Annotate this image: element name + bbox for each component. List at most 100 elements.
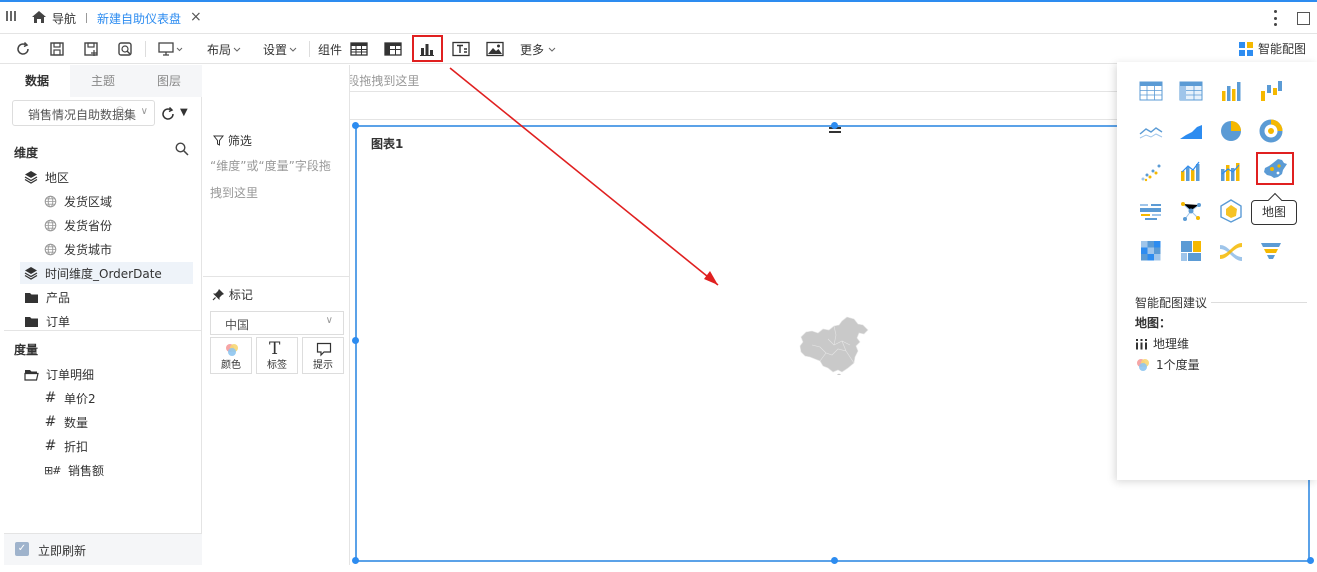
treemap-icon[interactable]: [1177, 237, 1205, 265]
tree-item[interactable]: 发货省份: [44, 214, 112, 236]
tree-item[interactable]: 发货区域: [44, 190, 112, 212]
map-chart-highlight: [1256, 152, 1294, 185]
hash-icon: #: [44, 390, 57, 406]
tree-item[interactable]: # 数量: [44, 411, 88, 433]
tree-item-label: 发货省份: [64, 218, 113, 233]
pie-chart-icon[interactable]: [1217, 117, 1245, 145]
filter-drop-zone[interactable]: 筛选 “维度”或“度量”字段拖拽到这里: [203, 122, 350, 277]
layout-menu[interactable]: 布局: [207, 41, 231, 58]
req-dim-label: 地理维: [1153, 337, 1190, 351]
tree-item-label: 单价2: [64, 391, 96, 406]
crosstab-icon[interactable]: [383, 39, 403, 59]
calc-hash-icon: ⊞#: [44, 463, 61, 477]
tree-item-label: 订单明细: [46, 367, 95, 382]
more-menu[interactable]: 更多: [520, 41, 544, 58]
text-box-icon[interactable]: [451, 39, 471, 59]
components-label: 组件: [318, 43, 343, 57]
radar-chart-icon[interactable]: [1217, 197, 1245, 225]
resize-handle[interactable]: [831, 557, 838, 564]
scatter-chart-icon[interactable]: [1137, 157, 1165, 185]
tree-item[interactable]: # 单价2: [44, 387, 96, 409]
refresh-icon[interactable]: [13, 39, 33, 59]
dataset-select[interactable]: 销售情况自助数据集 🔍︎ ∨: [12, 100, 155, 126]
resize-handle[interactable]: [352, 557, 359, 564]
globe-icon: [44, 195, 57, 208]
tab-dashboard[interactable]: 新建自助仪表盘: [97, 10, 181, 27]
tree-item[interactable]: 时间维度_OrderDate: [20, 262, 193, 284]
caret-down-icon[interactable]: ▼: [180, 107, 188, 118]
tree-item-label: 产品: [46, 290, 71, 305]
req-measure-label: 1个度量: [1156, 358, 1200, 372]
suggest-requirement-measure: 1个度量: [1135, 356, 1200, 373]
home-icon[interactable]: [30, 8, 48, 26]
globe-icon: [44, 243, 57, 256]
panel-tabs: 数据 主题 图层: [4, 65, 202, 97]
sankey-chart-icon[interactable]: [1217, 237, 1245, 265]
globe-icon: [44, 219, 57, 232]
word-cloud-icon[interactable]: [1137, 197, 1165, 225]
color-circles-icon: [1137, 358, 1149, 371]
chevron-down-icon: ∨: [140, 106, 148, 117]
preview-icon[interactable]: [115, 39, 135, 59]
tree-item[interactable]: 发货城市: [44, 238, 112, 260]
toolbar: 布局 设置 组件 更多 智能配图: [0, 35, 1317, 64]
tree-item[interactable]: ⊞# 销售额: [44, 459, 104, 481]
close-tab-icon[interactable]: ×: [190, 9, 202, 25]
settings-menu[interactable]: 设置: [263, 41, 287, 58]
map-tooltip: 地图: [1251, 200, 1297, 225]
tooltip-mark-button[interactable]: 提示: [302, 337, 344, 374]
suggest-chart-name: 地图：: [1135, 316, 1172, 330]
tab-layers[interactable]: 图层: [136, 65, 202, 97]
marks-label: 标记: [228, 288, 253, 302]
donut-chart-icon[interactable]: [1257, 117, 1285, 145]
table-chart-icon[interactable]: [1137, 77, 1165, 105]
tree-item[interactable]: # 折扣: [44, 435, 88, 457]
search-icon[interactable]: [175, 142, 189, 156]
funnel-chart-icon[interactable]: [1257, 237, 1285, 265]
nav-tab[interactable]: 导航: [52, 10, 76, 27]
label-mark-button[interactable]: T 标签: [256, 337, 298, 374]
monitor-icon[interactable]: [158, 39, 186, 59]
crosstab-chart-icon[interactable]: [1177, 77, 1205, 105]
more-vertical-icon[interactable]: [1273, 10, 1277, 26]
line-chart-icon[interactable]: [1137, 117, 1165, 145]
resize-handle[interactable]: [1307, 557, 1314, 564]
speech-bubble-icon: [316, 342, 332, 357]
resize-handle[interactable]: [352, 337, 359, 344]
toolbar-divider: [145, 41, 146, 57]
refresh-dataset-icon[interactable]: [160, 106, 176, 122]
section-divider: [4, 330, 202, 331]
combo-chart-icon[interactable]: [1177, 157, 1205, 185]
tree-item[interactable]: 产品: [24, 286, 70, 308]
china-map-icon: [799, 316, 869, 375]
tree-item[interactable]: 订单明细: [24, 363, 94, 385]
marks-title: 标记: [212, 286, 253, 303]
chevron-down-icon: ∨: [325, 315, 333, 326]
tree-item[interactable]: 地区: [24, 166, 69, 188]
tab-theme[interactable]: 主题: [70, 65, 136, 97]
image-icon[interactable]: [485, 39, 505, 59]
chart-button-highlight: [412, 35, 443, 62]
table-icon[interactable]: [349, 39, 369, 59]
hash-icon: #: [44, 414, 57, 430]
suggest-divider: [1211, 302, 1307, 303]
heatmap-icon[interactable]: [1137, 237, 1165, 265]
network-graph-icon[interactable]: [1177, 197, 1205, 225]
resize-handle[interactable]: [831, 122, 838, 129]
save-as-icon[interactable]: [81, 39, 101, 59]
waterfall-chart-icon[interactable]: [1257, 77, 1285, 105]
smart-chart-button[interactable]: 智能配图: [1238, 40, 1306, 57]
column-chart-icon[interactable]: [1217, 77, 1245, 105]
dual-axis-chart-icon[interactable]: [1217, 157, 1245, 185]
auto-refresh-checkbox[interactable]: ✓: [15, 542, 29, 556]
auto-refresh-label: 立即刷新: [38, 544, 87, 558]
grip-icon[interactable]: [6, 11, 16, 23]
area-chart-icon[interactable]: [1177, 117, 1205, 145]
tab-data[interactable]: 数据: [4, 65, 70, 97]
color-mark-button[interactable]: 颜色: [210, 337, 252, 374]
resize-handle[interactable]: [352, 122, 359, 129]
mark-type-select[interactable]: 中国 ∨: [210, 311, 344, 335]
tree-item[interactable]: 订单: [24, 310, 70, 332]
save-icon[interactable]: [47, 39, 67, 59]
maximize-icon[interactable]: [1297, 12, 1310, 25]
